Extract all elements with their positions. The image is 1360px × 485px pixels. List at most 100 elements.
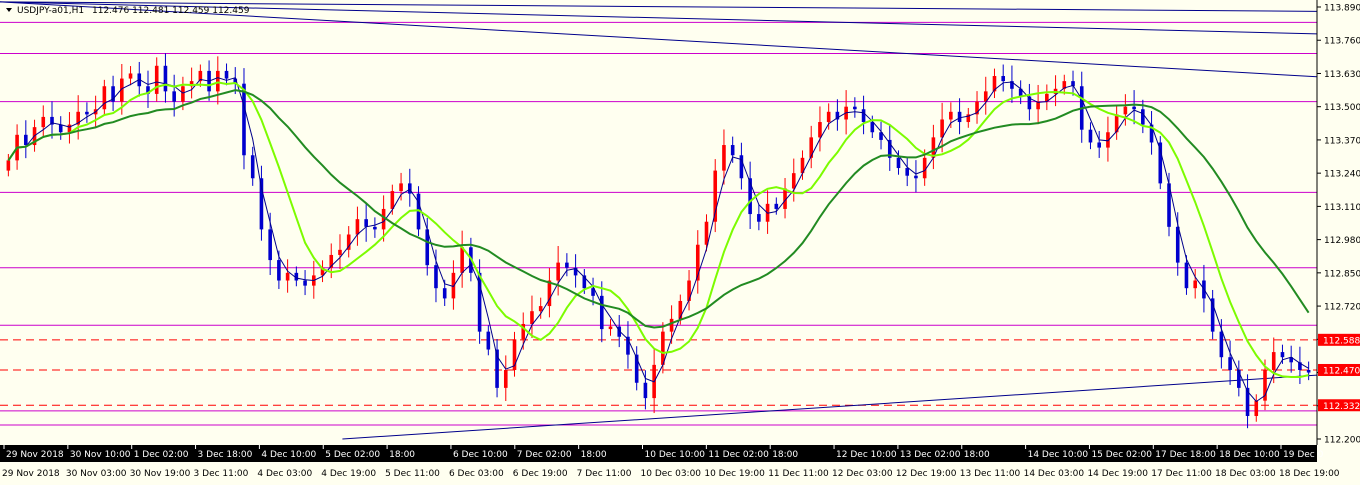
time-tick-label: 10 Dec 10:00 [645, 450, 706, 460]
time-tick-label: 12 Dec 10:00 [836, 450, 897, 460]
time-tick-label-secondary: 13 Dec 11:00 [960, 469, 1021, 479]
candle-body [870, 122, 875, 133]
price-tag-label: 112.588 [1323, 336, 1360, 346]
candle-body [373, 226, 377, 230]
time-tick-label-secondary: 6 Dec 03:00 [449, 469, 504, 479]
candle-body [1280, 352, 1285, 358]
price-tick-label: 113.500 [1324, 103, 1360, 113]
time-tick-label-secondary: 7 Dec 11:00 [577, 469, 632, 479]
time-tick-label-secondary: 3 Dec 11:00 [194, 469, 249, 479]
candle-body [1228, 357, 1232, 370]
price-chart[interactable]: 113.890 113.760 113.630 113.500 113.370 113.2… [0, 0, 1360, 485]
candle-body [957, 111, 962, 123]
time-tick-label-secondary: 11 Dec 11:00 [768, 469, 829, 479]
candle-body [128, 73, 133, 79]
time-tick-label-secondary: 18 Dec 19:00 [1279, 469, 1340, 479]
price-tags: 112.588 112.470 112.332 [1318, 333, 1360, 412]
candle-body [722, 145, 726, 171]
symbol-label: USDJPY-a01,H1 [17, 6, 84, 16]
time-axis: 29 Nov 2018 30 Nov 10:00 1 Dec 02:00 3 Dec … [0, 445, 1340, 479]
price-tick-label: 112.850 [1324, 269, 1360, 279]
candle-body [704, 221, 709, 245]
candle-body [24, 134, 28, 146]
time-tick-label: 30 Nov 10:00 [70, 450, 131, 460]
time-tick-label-secondary: 4 Dec 03:00 [257, 469, 312, 479]
candle-body [1306, 369, 1311, 373]
candle-body [914, 175, 918, 179]
time-tick-label-secondary: 30 Nov 19:00 [130, 469, 191, 479]
candle-body [1001, 76, 1006, 82]
candle-body [565, 262, 569, 268]
time-tick-label: 19 Dec 0 [1283, 450, 1324, 460]
time-tick-label: 3 Dec 18:00 [198, 450, 253, 460]
candle-body [1097, 142, 1101, 148]
candle-body [434, 265, 438, 289]
time-tick-label: 1 Dec 02:00 [134, 450, 189, 460]
time-tick-label-secondary: 29 Nov 2018 [2, 469, 60, 479]
price-tick-label: 113.240 [1324, 170, 1360, 180]
candle-body [1271, 352, 1276, 370]
candle-body [1175, 226, 1180, 263]
time-tick-label: 13 Dec 02:00 [900, 450, 961, 460]
candle-body [861, 109, 866, 123]
candle-body [41, 116, 46, 128]
time-tick-label-secondary: 10 Dec 19:00 [704, 469, 765, 479]
candle-body [826, 111, 831, 123]
candle-body [1193, 280, 1197, 289]
candle-body [556, 262, 560, 281]
candle-body [407, 183, 412, 194]
ohlc-label: 112.476 112.481 112.459 112.459 [92, 6, 250, 16]
candle-body [224, 70, 229, 79]
candle-body [530, 311, 534, 324]
candle-body [285, 272, 290, 281]
candle-body [949, 111, 953, 120]
time-tick-label-secondary: 17 Dec 11:00 [1151, 469, 1212, 479]
candle-body [442, 288, 447, 299]
candle-body [669, 318, 674, 332]
candle-body [538, 306, 543, 312]
time-tick-label-secondary: 12 Dec 19:00 [896, 469, 957, 479]
candle-body [390, 191, 395, 209]
time-tick-label-secondary: 6 Dec 19:00 [513, 469, 568, 479]
price-tick-label: 113.760 [1324, 37, 1360, 47]
time-tick-label: 18:00 [581, 450, 607, 460]
candle-body [503, 369, 508, 388]
candle-body [163, 65, 168, 92]
candle-body [1123, 106, 1128, 115]
candle-body [6, 160, 11, 171]
candle-body [818, 122, 822, 138]
time-tick-label-secondary: 5 Dec 11:00 [385, 469, 440, 479]
candle-body [940, 119, 944, 138]
time-tick-label: 17 Dec 18:00 [1155, 450, 1216, 460]
time-tick-label-secondary: 10 Dec 03:00 [641, 469, 702, 479]
candle-body [85, 111, 89, 115]
candle-body [486, 331, 491, 350]
price-tick-label: 113.110 [1324, 203, 1360, 213]
candle-body [67, 124, 72, 133]
time-tick-label: 11 Dec 02:00 [708, 450, 769, 460]
candle-body [399, 183, 403, 192]
candle-body [268, 229, 272, 261]
time-tick-label-secondary: 4 Dec 19:00 [321, 469, 376, 479]
candle-body [102, 86, 107, 110]
candle-body [757, 214, 761, 222]
candle-body [1254, 400, 1259, 416]
candle-body [242, 83, 246, 156]
time-tick-label: 7 Dec 02:00 [517, 450, 572, 460]
price-tick-label: 113.890 [1324, 4, 1360, 14]
candle-body [809, 137, 814, 158]
time-tick-label: 29 Nov 2018 [6, 450, 64, 460]
candle-body [853, 106, 857, 110]
time-tick-label: 18:00 [389, 450, 415, 460]
time-tick-label: 18:00 [964, 450, 990, 460]
time-tick-label-secondary: 12 Dec 03:00 [832, 469, 893, 479]
candle-body [250, 155, 255, 179]
candle-body [791, 173, 796, 189]
candle-body [277, 260, 281, 281]
candle-body [1141, 109, 1145, 125]
chart-background [0, 0, 1360, 485]
time-tick-label: 5 Dec 02:00 [325, 450, 380, 460]
candle-body [364, 219, 368, 227]
price-tick-label: 113.370 [1324, 136, 1360, 146]
time-tick-label-secondary: 30 Nov 03:00 [66, 469, 127, 479]
